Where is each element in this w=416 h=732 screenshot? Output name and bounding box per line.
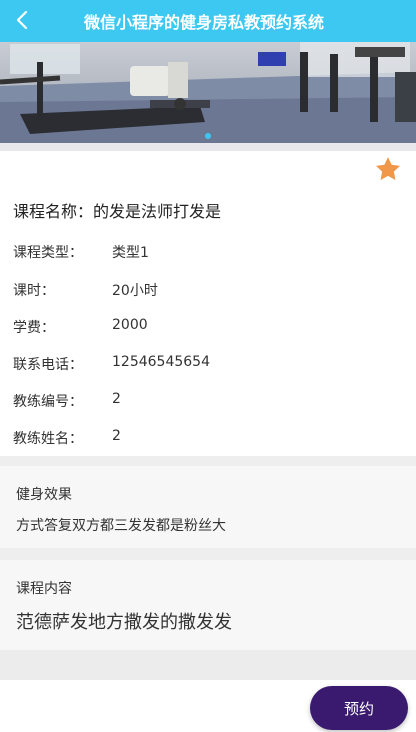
field-label: 课时： <box>13 283 55 299</box>
field-value: 类型1 <box>112 245 149 261</box>
divider <box>0 456 416 466</box>
field-type: 课程类型： 类型1 <box>13 242 149 262</box>
field-value: 12546545654 <box>112 354 210 370</box>
content-section <box>0 560 416 650</box>
field-coach-id: 教练编号： 2 <box>13 391 121 411</box>
field-label: 学费： <box>13 320 55 336</box>
banner-carousel[interactable] <box>0 42 416 143</box>
favorite-button[interactable] <box>374 155 402 183</box>
field-label: 联系电话： <box>13 357 83 373</box>
course-name: 课程名称：的发是法师打发是 <box>13 198 221 222</box>
effect-label: 健身效果 <box>16 487 72 503</box>
field-coach-name: 教练姓名： 2 <box>13 428 121 448</box>
field-value: 20小时 <box>112 283 158 299</box>
chevron-left-icon <box>16 10 28 30</box>
star-icon <box>375 157 401 180</box>
field-label: 教练姓名： <box>13 431 83 447</box>
field-hours: 课时： 20小时 <box>13 280 158 300</box>
divider <box>0 548 416 560</box>
field-fee: 学费： 2000 <box>13 317 148 337</box>
content-label: 课程内容 <box>16 581 72 597</box>
content-text: 范德萨发地方撒发的撒发发 <box>16 612 232 633</box>
course-name-label: 课程名称： <box>13 202 94 221</box>
top-bar: 微信小程序的健身房私教预约系统 <box>0 0 416 42</box>
divider <box>0 650 416 680</box>
field-label: 课程类型： <box>13 245 83 261</box>
book-button[interactable]: 预约 <box>310 686 408 730</box>
course-name-value: 的发是法师打发是 <box>93 202 222 221</box>
back-button[interactable] <box>8 6 36 34</box>
gym-photo <box>0 42 416 143</box>
effect-section <box>0 466 416 548</box>
field-value: 2 <box>112 391 121 407</box>
divider <box>0 143 416 151</box>
field-value: 2000 <box>112 317 148 333</box>
page-title: 微信小程序的健身房私教预约系统 <box>83 13 324 32</box>
field-value: 2 <box>112 428 121 444</box>
field-phone: 联系电话： 12546545654 <box>13 354 210 374</box>
field-label: 教练编号： <box>13 394 83 410</box>
effect-text: 方式答复双方都三发发都是粉丝大 <box>16 518 226 534</box>
